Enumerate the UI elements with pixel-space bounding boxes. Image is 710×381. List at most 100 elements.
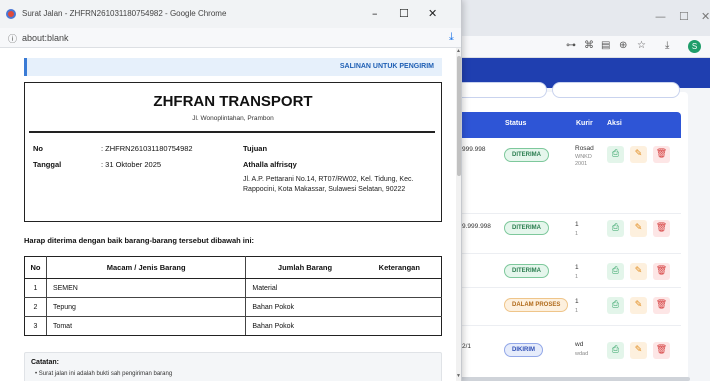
chrome-icon	[6, 9, 16, 19]
horizontal-scrollbar[interactable]	[460, 377, 690, 381]
item-qty: Bahan Pokok	[245, 297, 358, 317]
edit-icon[interactable]: ✎	[630, 263, 647, 280]
avatar[interactable]: S	[688, 40, 701, 53]
col-note: Keterangan	[357, 256, 442, 279]
date-label: Tanggal	[33, 160, 62, 169]
info-icon[interactable]: ⓘ	[8, 32, 17, 45]
print-icon[interactable]: ⎙	[607, 263, 624, 280]
courier-plate: 1	[575, 308, 579, 314]
delete-icon[interactable]: 🗑	[653, 263, 670, 280]
item-note	[357, 316, 442, 336]
destination-address: Jl. A.P. Pettarani No.14, RT07/RW02, Kel…	[243, 176, 414, 193]
row-divider	[462, 325, 681, 326]
edit-icon[interactable]: ✎	[630, 342, 647, 359]
edit-icon[interactable]: ✎	[630, 220, 647, 237]
document-header-box: ZHFRAN TRANSPORT Jl. Wonoplintahan, Pram…	[24, 82, 442, 222]
table-header: Status Kurir Aksi	[455, 112, 681, 138]
delete-icon[interactable]: 🗑	[653, 297, 670, 314]
close-button[interactable]: ✕	[428, 7, 437, 20]
item-note	[357, 297, 442, 317]
notes-item: • Surat jalan ini adalah bukti sah pengi…	[35, 371, 173, 377]
courier-name: 1	[575, 298, 579, 305]
row-divider	[462, 287, 681, 288]
delete-icon[interactable]: 🗑	[653, 342, 670, 359]
courier-name: 1	[575, 221, 579, 228]
filter-input[interactable]	[455, 82, 547, 98]
courier-plate: WNKD 2001	[575, 154, 592, 167]
item-no: 2	[24, 297, 47, 317]
item-qty: Bahan Pokok	[245, 316, 358, 336]
item-no: 3	[24, 316, 47, 336]
status-badge: DITERIMA	[504, 221, 549, 235]
table-row: 2 Tepung Bahan Pokok	[24, 297, 442, 317]
item-note	[357, 278, 442, 298]
destination-label: Tujuan	[243, 144, 268, 153]
close-icon[interactable]: ✕	[701, 10, 710, 23]
items-table: No Macam / Jenis Barang Jumlah Barang Ke…	[24, 256, 442, 336]
no-label: No	[33, 144, 43, 153]
no-value: : ZHFRN261031180754982	[101, 144, 193, 153]
edit-icon[interactable]: ✎	[630, 146, 647, 163]
vertical-scrollbar[interactable]: ▲ ▼	[456, 48, 461, 381]
scroll-up-icon[interactable]: ▲	[456, 48, 461, 54]
maximize-icon[interactable]: ☐	[679, 10, 689, 23]
delivery-note-page: SALINAN UNTUK PENGIRIM ZHFRAN TRANSPORT …	[0, 48, 456, 381]
status-badge: DIKIRIM	[504, 343, 543, 357]
notes-title: Catatan:	[31, 359, 60, 366]
maximize-button[interactable]: ☐	[399, 7, 409, 20]
header-status: Status	[505, 120, 527, 127]
window-title: Surat Jalan - ZHFRN261031180754982 - Goo…	[22, 9, 227, 18]
item-no: 1	[24, 278, 47, 298]
url-text[interactable]: about:blank	[22, 33, 69, 43]
key-icon[interactable]: ⊶	[566, 40, 576, 51]
row-value: 999.998	[462, 146, 486, 153]
star-icon[interactable]: ☆	[637, 40, 646, 51]
header-courier: Kurir	[576, 120, 593, 127]
item-name: Tepung	[46, 297, 247, 317]
table-row: 1 SEMEN Material	[24, 278, 442, 298]
minimize-button[interactable]: –	[372, 7, 378, 20]
col-qty: Jumlah Barang	[245, 256, 358, 279]
courier-name: 1	[575, 264, 579, 271]
notes-box: Catatan: • Surat jalan ini adalah bukti …	[24, 352, 442, 381]
print-icon[interactable]: ⎙	[607, 146, 624, 163]
reader-icon[interactable]: ▤	[601, 40, 610, 51]
delete-icon[interactable]: 🗑	[653, 146, 670, 163]
scrollbar-thumb[interactable]	[457, 56, 461, 176]
download-icon[interactable]: ⤓	[449, 30, 454, 44]
zoom-icon[interactable]: ⊕	[619, 40, 627, 51]
print-icon[interactable]: ⎙	[607, 297, 624, 314]
col-name: Macam / Jenis Barang	[46, 256, 247, 279]
address-bar: ⓘ about:blank ⤓	[0, 28, 461, 48]
status-badge: DALAM PROSES	[504, 298, 569, 312]
minimize-icon[interactable]: —	[655, 10, 666, 23]
item-name: SEMEN	[46, 278, 247, 298]
download-icon[interactable]: ⤓	[665, 40, 669, 51]
print-popup-window: Surat Jalan - ZHFRN261031180754982 - Goo…	[0, 0, 462, 381]
status-badge: DITERIMA	[504, 264, 549, 278]
header-action: Aksi	[607, 120, 622, 127]
background-toolbar: ⊶ ⌘ ▤ ⊕ ☆ ⤓	[455, 36, 710, 58]
row-value: 2/1	[462, 343, 472, 350]
courier-name: Rosad	[575, 145, 594, 152]
print-icon[interactable]: ⎙	[607, 220, 624, 237]
scroll-down-icon[interactable]: ▼	[456, 373, 461, 379]
search-input[interactable]	[552, 82, 680, 98]
courier-plate: 1	[575, 231, 579, 237]
copy-banner: SALINAN UNTUK PENGIRIM	[24, 58, 442, 76]
courier-plate: wdad	[575, 351, 589, 357]
col-no: No	[24, 256, 47, 279]
destination-name: Athalla alfrisqy	[243, 160, 297, 169]
intro-text: Harap diterima dengan baik barang-barang…	[24, 236, 255, 245]
print-icon[interactable]: ⎙	[607, 342, 624, 359]
delete-icon[interactable]: 🗑	[653, 220, 670, 237]
table-row: 3 Tomat Bahan Pokok	[24, 316, 442, 336]
edit-icon[interactable]: ✎	[630, 297, 647, 314]
row-divider	[462, 213, 681, 214]
popup-titlebar: Surat Jalan - ZHFRN261031180754982 - Goo…	[0, 0, 461, 28]
row-value: 9.999.998	[462, 223, 491, 230]
item-name: Tomat	[46, 316, 247, 336]
status-badge: DITERIMA	[504, 148, 549, 162]
courier-name: wd	[575, 341, 584, 348]
cast-icon[interactable]: ⌘	[584, 40, 594, 51]
